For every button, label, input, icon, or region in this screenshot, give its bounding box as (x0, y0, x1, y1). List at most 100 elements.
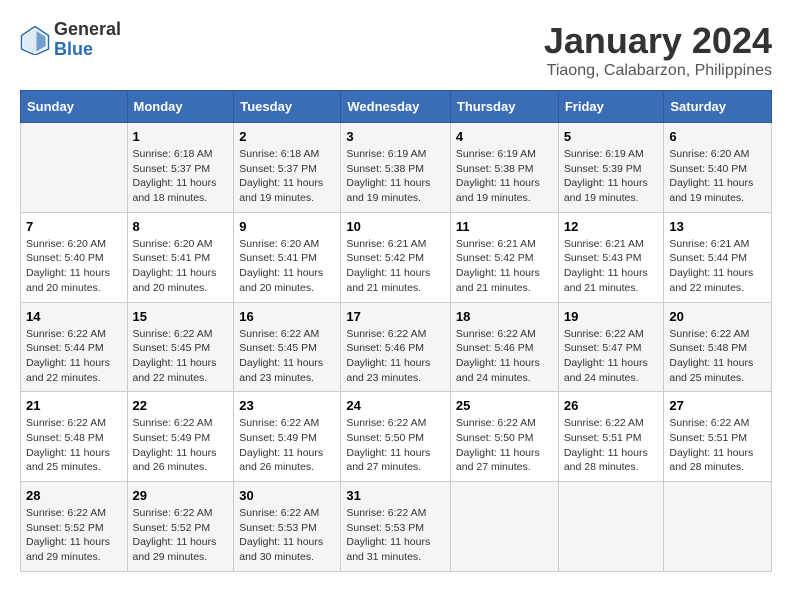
day-info: Sunrise: 6:22 AMSunset: 5:49 PMDaylight:… (133, 416, 229, 475)
day-info: Sunrise: 6:20 AMSunset: 5:41 PMDaylight:… (239, 237, 335, 296)
day-info: Sunrise: 6:22 AMSunset: 5:44 PMDaylight:… (26, 327, 122, 386)
calendar-cell: 15Sunrise: 6:22 AMSunset: 5:45 PMDayligh… (127, 302, 234, 392)
day-number: 28 (26, 488, 122, 503)
day-info: Sunrise: 6:22 AMSunset: 5:46 PMDaylight:… (346, 327, 445, 386)
day-number: 27 (669, 398, 766, 413)
day-number: 7 (26, 219, 122, 234)
day-number: 17 (346, 309, 445, 324)
day-number: 10 (346, 219, 445, 234)
day-number: 12 (564, 219, 659, 234)
calendar-cell: 8Sunrise: 6:20 AMSunset: 5:41 PMDaylight… (127, 212, 234, 302)
day-number: 31 (346, 488, 445, 503)
calendar-cell: 14 Sunrise: 6:22 AMSunset: 5:44 PMDayligh… (21, 302, 128, 392)
day-info: Sunrise: 6:22 AMSunset: 5:53 PMDaylight:… (346, 506, 445, 565)
calendar-cell: 23Sunrise: 6:22 AMSunset: 5:49 PMDayligh… (234, 392, 341, 482)
day-info: Sunrise: 6:22 AMSunset: 5:52 PMDaylight:… (26, 506, 122, 565)
day-info: Sunrise: 6:20 AMSunset: 5:40 PMDaylight:… (26, 237, 122, 296)
calendar-cell: 30 Sunrise: 6:22 AMSunset: 5:53 PMDayligh… (234, 482, 341, 572)
day-number: 25 (456, 398, 553, 413)
day-info: Sunrise: 6:22 AMSunset: 5:47 PMDaylight:… (564, 327, 659, 386)
week-row-5: 28 Sunrise: 6:22 AMSunset: 5:52 PMDayligh… (21, 482, 772, 572)
day-info: Sunrise: 6:21 AMSunset: 5:44 PMDaylight:… (669, 237, 766, 296)
day-number: 9 (239, 219, 335, 234)
day-info: Sunrise: 6:19 AMSunset: 5:38 PMDaylight:… (346, 147, 445, 206)
day-info: Sunrise: 6:22 AMSunset: 5:50 PMDaylight:… (456, 416, 553, 475)
calendar-cell: 25 Sunrise: 6:22 AMSunset: 5:50 PMDayligh… (450, 392, 558, 482)
day-number: 21 (26, 398, 122, 413)
calendar-cell: 18 Sunrise: 6:22 AMSunset: 5:46 PMDayligh… (450, 302, 558, 392)
weekday-header-monday: Monday (127, 91, 234, 123)
weekday-header-sunday: Sunday (21, 91, 128, 123)
day-info: Sunrise: 6:22 AMSunset: 5:51 PMDaylight:… (564, 416, 659, 475)
calendar-cell: 16Sunrise: 6:22 AMSunset: 5:45 PMDayligh… (234, 302, 341, 392)
day-info: Sunrise: 6:20 AMSunset: 5:41 PMDaylight:… (133, 237, 229, 296)
day-info: Sunrise: 6:22 AMSunset: 5:48 PMDaylight:… (669, 327, 766, 386)
day-number: 11 (456, 219, 553, 234)
calendar-cell: 20 Sunrise: 6:22 AMSunset: 5:48 PMDayligh… (664, 302, 772, 392)
day-number: 4 (456, 129, 553, 144)
week-row-2: 7 Sunrise: 6:20 AMSunset: 5:40 PMDaylight… (21, 212, 772, 302)
title-block: January 2024 Tiaong, Calabarzon, Philipp… (544, 20, 772, 80)
day-info: Sunrise: 6:18 AMSunset: 5:37 PMDaylight:… (133, 147, 229, 206)
month-title: January 2024 (544, 20, 772, 62)
day-info: Sunrise: 6:21 AMSunset: 5:42 PMDaylight:… (346, 237, 445, 296)
calendar-cell: 4 Sunrise: 6:19 AMSunset: 5:38 PMDaylight… (450, 123, 558, 213)
calendar-cell (664, 482, 772, 572)
calendar-cell: 21Sunrise: 6:22 AMSunset: 5:48 PMDayligh… (21, 392, 128, 482)
weekday-header-wednesday: Wednesday (341, 91, 451, 123)
weekday-header-row: SundayMondayTuesdayWednesdayThursdayFrid… (21, 91, 772, 123)
day-info: Sunrise: 6:21 AMSunset: 5:43 PMDaylight:… (564, 237, 659, 296)
calendar-cell: 5Sunrise: 6:19 AMSunset: 5:39 PMDaylight… (558, 123, 664, 213)
calendar-cell: 17 Sunrise: 6:22 AMSunset: 5:46 PMDayligh… (341, 302, 451, 392)
day-number: 22 (133, 398, 229, 413)
day-number: 3 (346, 129, 445, 144)
logo-text: General Blue (54, 20, 121, 60)
day-info: Sunrise: 6:22 AMSunset: 5:45 PMDaylight:… (239, 327, 335, 386)
calendar-cell: 19Sunrise: 6:22 AMSunset: 5:47 PMDayligh… (558, 302, 664, 392)
day-number: 14 (26, 309, 122, 324)
page-header: General Blue January 2024 Tiaong, Calaba… (20, 20, 772, 80)
day-number: 13 (669, 219, 766, 234)
weekday-header-thursday: Thursday (450, 91, 558, 123)
calendar-cell: 28 Sunrise: 6:22 AMSunset: 5:52 PMDayligh… (21, 482, 128, 572)
week-row-4: 21Sunrise: 6:22 AMSunset: 5:48 PMDayligh… (21, 392, 772, 482)
day-info: Sunrise: 6:22 AMSunset: 5:50 PMDaylight:… (346, 416, 445, 475)
day-info: Sunrise: 6:22 AMSunset: 5:52 PMDaylight:… (133, 506, 229, 565)
calendar-cell: 1 Sunrise: 6:18 AMSunset: 5:37 PMDaylight… (127, 123, 234, 213)
calendar-cell: 13 Sunrise: 6:21 AMSunset: 5:44 PMDayligh… (664, 212, 772, 302)
calendar-cell: 29 Sunrise: 6:22 AMSunset: 5:52 PMDayligh… (127, 482, 234, 572)
day-info: Sunrise: 6:22 AMSunset: 5:45 PMDaylight:… (133, 327, 229, 386)
calendar-cell (21, 123, 128, 213)
day-info: Sunrise: 6:18 AMSunset: 5:37 PMDaylight:… (239, 147, 335, 206)
calendar-cell: 27Sunrise: 6:22 AMSunset: 5:51 PMDayligh… (664, 392, 772, 482)
day-number: 2 (239, 129, 335, 144)
day-number: 1 (133, 129, 229, 144)
day-number: 29 (133, 488, 229, 503)
calendar-cell: 11 Sunrise: 6:21 AMSunset: 5:42 PMDayligh… (450, 212, 558, 302)
day-number: 23 (239, 398, 335, 413)
calendar-cell: 12 Sunrise: 6:21 AMSunset: 5:43 PMDayligh… (558, 212, 664, 302)
calendar-cell: 3 Sunrise: 6:19 AMSunset: 5:38 PMDaylight… (341, 123, 451, 213)
day-info: Sunrise: 6:22 AMSunset: 5:53 PMDaylight:… (239, 506, 335, 565)
calendar-cell: 6 Sunrise: 6:20 AMSunset: 5:40 PMDaylight… (664, 123, 772, 213)
calendar-cell (450, 482, 558, 572)
day-info: Sunrise: 6:22 AMSunset: 5:46 PMDaylight:… (456, 327, 553, 386)
calendar-cell: 31 Sunrise: 6:22 AMSunset: 5:53 PMDayligh… (341, 482, 451, 572)
week-row-1: 1 Sunrise: 6:18 AMSunset: 5:37 PMDaylight… (21, 123, 772, 213)
day-number: 30 (239, 488, 335, 503)
day-number: 26 (564, 398, 659, 413)
weekday-header-friday: Friday (558, 91, 664, 123)
calendar-cell: 10 Sunrise: 6:21 AMSunset: 5:42 PMDayligh… (341, 212, 451, 302)
logo-icon (20, 25, 50, 55)
week-row-3: 14 Sunrise: 6:22 AMSunset: 5:44 PMDayligh… (21, 302, 772, 392)
day-info: Sunrise: 6:21 AMSunset: 5:42 PMDaylight:… (456, 237, 553, 296)
day-info: Sunrise: 6:20 AMSunset: 5:40 PMDaylight:… (669, 147, 766, 206)
day-number: 18 (456, 309, 553, 324)
calendar-cell: 22 Sunrise: 6:22 AMSunset: 5:49 PMDayligh… (127, 392, 234, 482)
weekday-header-saturday: Saturday (664, 91, 772, 123)
day-info: Sunrise: 6:19 AMSunset: 5:38 PMDaylight:… (456, 147, 553, 206)
day-number: 6 (669, 129, 766, 144)
day-number: 24 (346, 398, 445, 413)
day-number: 20 (669, 309, 766, 324)
calendar-cell: 7 Sunrise: 6:20 AMSunset: 5:40 PMDaylight… (21, 212, 128, 302)
